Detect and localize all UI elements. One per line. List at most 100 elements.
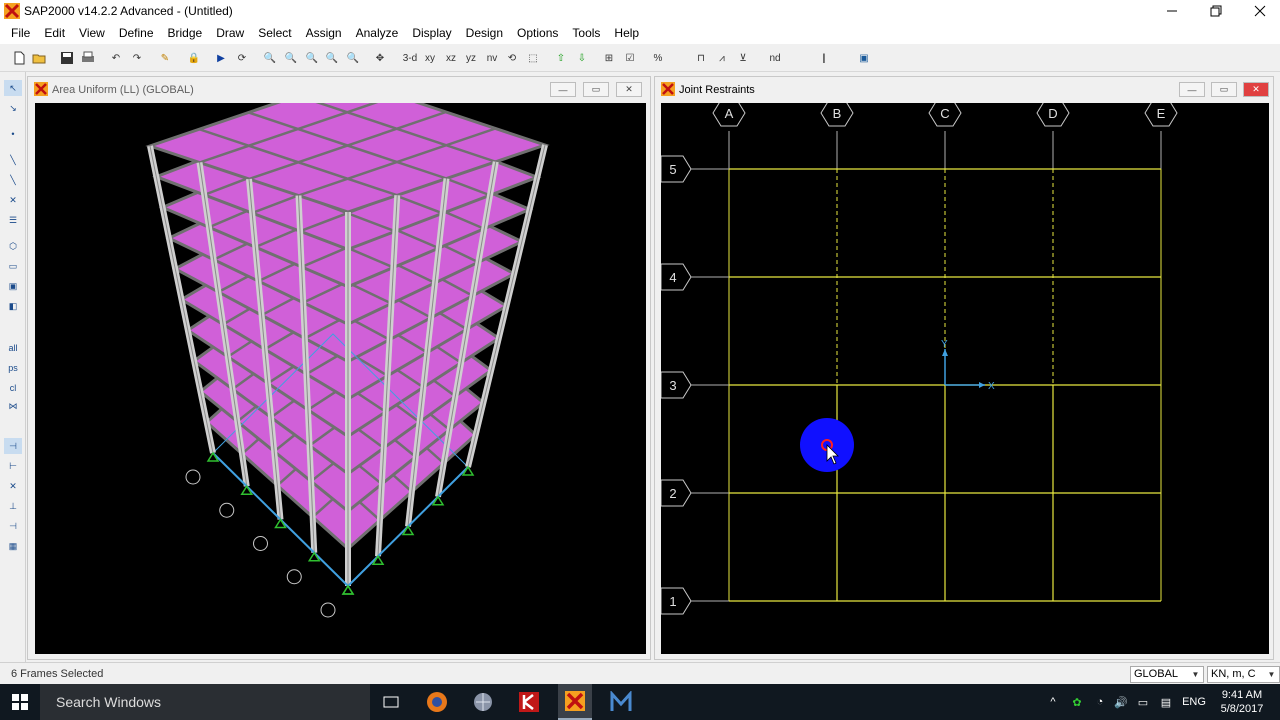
snap-options-button[interactable]: ▣ bbox=[855, 49, 873, 67]
draw-support-button[interactable]: ⊻ bbox=[734, 49, 752, 67]
lock-model-button[interactable]: 🔒 bbox=[185, 49, 203, 67]
coord-system-select[interactable]: GLOBAL ▼ bbox=[1130, 666, 1204, 683]
right-pane-maximize[interactable]: ▭ bbox=[1211, 82, 1237, 97]
menu-options[interactable]: Options bbox=[510, 26, 565, 40]
zoom-out-button[interactable]: 🔍 bbox=[344, 49, 362, 67]
text-cursor-button[interactable]: I bbox=[815, 49, 833, 67]
perspective-button[interactable]: ⬚ bbox=[524, 49, 542, 67]
plan-view-canvas[interactable]: A B C D E 5 4 3 2 1 X Y bbox=[660, 99, 1269, 654]
zoom-window-button[interactable]: 🔍 bbox=[261, 49, 279, 67]
menu-analyze[interactable]: Analyze bbox=[349, 26, 406, 40]
menu-view[interactable]: View bbox=[72, 26, 112, 40]
redo-button[interactable]: ↷ bbox=[128, 49, 146, 67]
sap2000-app-icon bbox=[4, 3, 20, 19]
view-nv-button[interactable]: nv bbox=[483, 49, 501, 67]
battery-button[interactable]: ▭ bbox=[1134, 684, 1152, 720]
snap-fine-grid-tool[interactable]: ▦ bbox=[4, 538, 22, 554]
snap-ends-tool[interactable]: ⊢ bbox=[4, 458, 22, 474]
restore-button[interactable] bbox=[1194, 0, 1238, 22]
quick-draw-area-tool[interactable]: ▣ bbox=[4, 278, 22, 294]
draw-section-tool[interactable]: ☰ bbox=[4, 212, 22, 228]
left-pane-close[interactable]: ✕ bbox=[616, 82, 642, 97]
snap-perpendicular-tool[interactable]: ⊥ bbox=[4, 498, 22, 514]
draw-poly-area-tool[interactable]: ⬡ bbox=[4, 238, 22, 254]
undo-button[interactable]: ↶ bbox=[107, 49, 125, 67]
menu-display[interactable]: Display bbox=[405, 26, 458, 40]
clear-selection-tool[interactable]: cl bbox=[4, 380, 22, 396]
menu-tools[interactable]: Tools bbox=[565, 26, 607, 40]
run-analysis-button[interactable]: ▶ bbox=[212, 49, 230, 67]
view-3d-button[interactable]: 3-d bbox=[400, 49, 420, 67]
rotate-3d-button[interactable]: ⟲ bbox=[503, 49, 521, 67]
menu-edit[interactable]: Edit bbox=[37, 26, 72, 40]
menu-design[interactable]: Design bbox=[459, 26, 510, 40]
zoom-previous-button[interactable]: 🔍 bbox=[303, 49, 321, 67]
tray-app-icon: ✿ bbox=[1072, 696, 1082, 709]
view-yz-button[interactable]: yz bbox=[462, 49, 480, 67]
right-pane-close[interactable]: ✕ bbox=[1243, 82, 1269, 97]
pan-button[interactable]: ✥ bbox=[371, 49, 389, 67]
snap-joints-tool[interactable]: ⊣ bbox=[4, 438, 22, 454]
sap2000-taskbar-button[interactable] bbox=[558, 684, 592, 720]
snap-lines-tool[interactable]: ⊣ bbox=[4, 518, 22, 534]
draw-frame-tool[interactable]: ╲ bbox=[4, 152, 22, 168]
open-file-button[interactable] bbox=[30, 49, 48, 67]
menu-bridge[interactable]: Bridge bbox=[161, 26, 210, 40]
view-xz-button[interactable]: xz bbox=[442, 49, 460, 67]
left-pane-minimize[interactable]: — bbox=[550, 82, 576, 97]
task-view-button[interactable] bbox=[374, 684, 408, 720]
restore-full-view-button[interactable]: 🔍 bbox=[282, 49, 300, 67]
print-button[interactable] bbox=[79, 49, 97, 67]
kaspersky-taskbar-button[interactable] bbox=[512, 684, 546, 720]
pointer-tool[interactable]: ↖ bbox=[4, 80, 22, 96]
menu-draw[interactable]: Draw bbox=[209, 26, 251, 40]
save-button[interactable] bbox=[58, 49, 76, 67]
check-button[interactable]: ☑ bbox=[621, 49, 639, 67]
left-pane-maximize[interactable]: ▭ bbox=[583, 82, 609, 97]
zoom-in-button[interactable]: 🔍 bbox=[323, 49, 341, 67]
view-xy-button[interactable]: xy bbox=[421, 49, 439, 67]
start-button[interactable] bbox=[0, 684, 40, 720]
draw-rect-area-tool[interactable]: ▭ bbox=[4, 258, 22, 274]
new-file-button[interactable] bbox=[10, 49, 28, 67]
set-display-button[interactable]: ⊞ bbox=[600, 49, 618, 67]
action-center-button[interactable]: ▤ bbox=[1156, 684, 1176, 720]
select-all-tool[interactable]: all bbox=[4, 340, 22, 356]
units-select[interactable]: KN, m, C ▼ bbox=[1207, 666, 1280, 683]
menu-help[interactable]: Help bbox=[607, 26, 646, 40]
menu-select[interactable]: Select bbox=[251, 26, 298, 40]
draw-solid-tool[interactable]: ◧ bbox=[4, 298, 22, 314]
app-taskbar-button[interactable] bbox=[466, 684, 500, 720]
nd-button[interactable]: nd bbox=[766, 49, 784, 67]
volume-button[interactable]: 🔊 bbox=[1112, 684, 1130, 720]
draw-brace-tool[interactable]: ✕ bbox=[4, 192, 22, 208]
move-down-button[interactable]: ⇩ bbox=[573, 49, 591, 67]
language-indicator[interactable]: ENG bbox=[1180, 684, 1208, 720]
close-button[interactable] bbox=[1238, 0, 1280, 22]
wifi-button[interactable]: ◔ bbox=[1090, 684, 1110, 720]
firefox-taskbar-button[interactable] bbox=[420, 684, 454, 720]
clock[interactable]: 9:41 AM 5/8/2017 bbox=[1212, 684, 1272, 720]
show-hidden-icons-button[interactable]: ^ bbox=[1044, 684, 1062, 720]
snap-intersection-tool[interactable]: ✕ bbox=[4, 478, 22, 494]
menu-assign[interactable]: Assign bbox=[299, 26, 349, 40]
right-pane-minimize[interactable]: — bbox=[1179, 82, 1205, 97]
draw-frame-button[interactable]: ⊓ bbox=[692, 49, 710, 67]
matlab-taskbar-button[interactable] bbox=[604, 684, 638, 720]
tray-app-button[interactable]: ✿ bbox=[1068, 684, 1086, 720]
intersecting-line-tool[interactable]: ⋈ bbox=[4, 398, 22, 414]
refresh-window-button[interactable]: ✎ bbox=[156, 49, 174, 67]
percent-button[interactable]: % bbox=[649, 49, 667, 67]
draw-joint-tool[interactable]: • bbox=[4, 126, 22, 142]
rubberband-zoom-button[interactable]: ⟳ bbox=[233, 49, 251, 67]
3d-model-canvas[interactable] bbox=[35, 77, 646, 654]
minimize-button[interactable] bbox=[1150, 0, 1194, 22]
menu-file[interactable]: File bbox=[4, 26, 37, 40]
menu-define[interactable]: Define bbox=[112, 26, 161, 40]
previous-selection-tool[interactable]: ps bbox=[4, 360, 22, 376]
search-windows-box[interactable]: Search Windows bbox=[40, 684, 370, 720]
quick-draw-frame-tool[interactable]: ╲ bbox=[4, 172, 22, 188]
draw-brace-button[interactable]: ⩘ bbox=[713, 49, 731, 67]
move-up-button[interactable]: ⇧ bbox=[552, 49, 570, 67]
reshape-tool[interactable]: ↘ bbox=[4, 100, 22, 116]
